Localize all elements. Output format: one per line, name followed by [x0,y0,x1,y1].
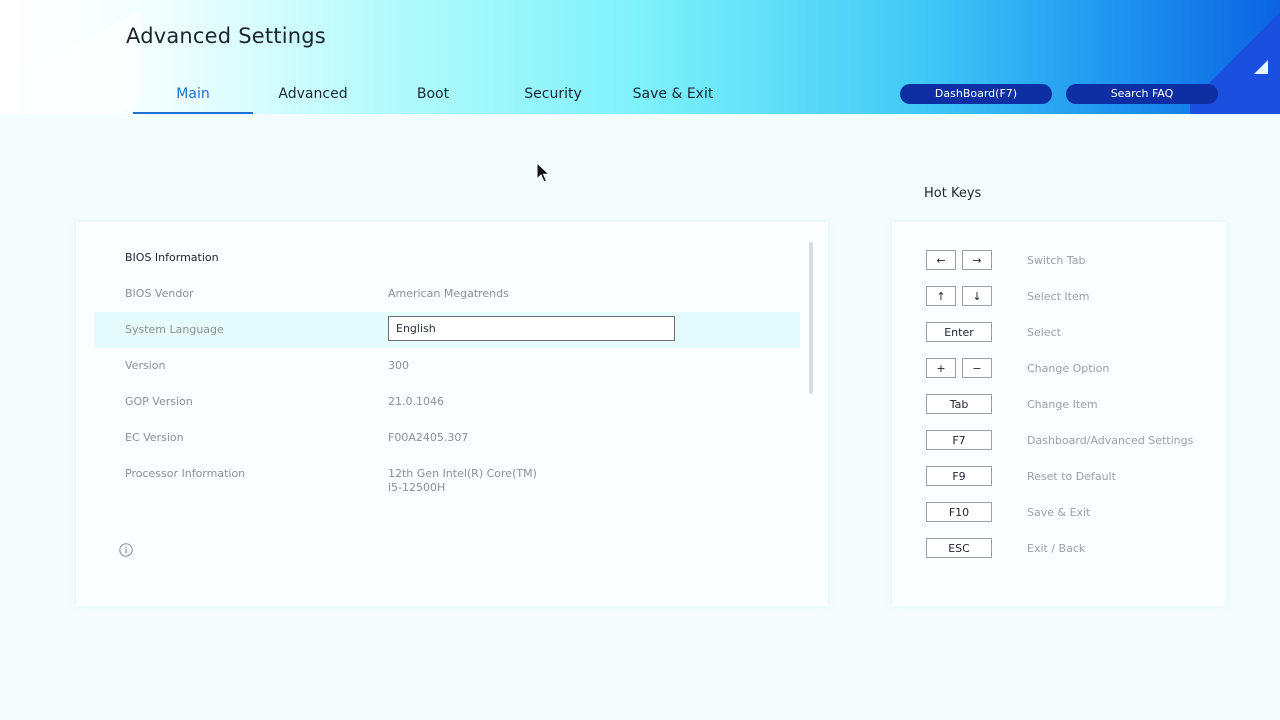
hotkey-desc-change-option: Change Option [1027,362,1110,375]
hotkey-desc-save-exit: Save & Exit [1027,506,1091,519]
tab-main[interactable]: Main [133,76,253,114]
row-processor-information: Processor Information 12th Gen Intel(R) … [94,456,800,500]
row-value: 21.0.1046 [388,395,444,408]
row-system-language[interactable]: System Language English [94,312,800,348]
tab-save-exit[interactable]: Save & Exit [613,76,733,114]
row-label: Processor Information [125,467,246,480]
tab-advanced[interactable]: Advanced [253,76,373,114]
key-plus: + [926,358,956,378]
key-f10: F10 [926,502,992,522]
search-faq-button[interactable]: Search FAQ [1066,84,1218,104]
key-f7: F7 [926,430,992,450]
header-decoration [30,10,140,114]
hotkey-desc-select-item: Select Item [1027,290,1090,303]
hotkey-desc-exit-back: Exit / Back [1027,542,1086,555]
row-label: Version [125,359,166,372]
hotkey-desc-reset-default: Reset to Default [1027,470,1116,483]
page-title: Advanced Settings [126,24,326,48]
row-label: BIOS Vendor [125,287,194,300]
mouse-pointer-icon [536,162,551,183]
key-right-arrow: → [962,250,992,270]
row-gop-version: GOP Version 21.0.1046 [94,384,800,420]
hotkey-desc-switch-tab: Switch Tab [1027,254,1086,267]
row-version: Version 300 [94,348,800,384]
key-left-arrow: ← [926,250,956,270]
tab-bar: Main Advanced Boot Security Save & Exit [133,76,733,114]
key-minus: − [962,358,992,378]
row-bios-vendor: BIOS Vendor American Megatrends [94,276,800,312]
row-value: F00A2405.307 [388,431,469,444]
scrollbar[interactable] [809,242,813,394]
key-down-arrow: ↓ [962,286,992,306]
key-f9: F9 [926,466,992,486]
hotkey-desc-dashboard: Dashboard/Advanced Settings [1027,434,1194,447]
row-value: 12th Gen Intel(R) Core(TM) i5-12500H [388,467,537,495]
corner-triangle-icon [1254,60,1268,74]
hotkey-desc-change-item: Change Item [1027,398,1098,411]
tab-boot[interactable]: Boot [373,76,493,114]
hotkeys-title: Hot Keys [924,186,982,201]
dashboard-button[interactable]: DashBoard(F7) [900,84,1052,104]
key-enter: Enter [926,322,992,342]
info-icon[interactable] [119,543,133,557]
key-up-arrow: ↑ [926,286,956,306]
header-bar: Advanced Settings Main Advanced Boot Sec… [0,0,1280,114]
processor-line-1: 12th Gen Intel(R) Core(TM) [388,467,537,480]
section-title: BIOS Information [125,251,219,264]
tab-security[interactable]: Security [493,76,613,114]
hotkeys-panel: ← → Switch Tab ↑ ↓ Select Item Enter Sel… [892,222,1226,606]
row-label: GOP Version [125,395,193,408]
bios-info-panel: BIOS Information BIOS Vendor American Me… [76,222,828,606]
key-esc: ESC [926,538,992,558]
processor-line-2: i5-12500H [388,481,446,494]
row-value: 300 [388,359,409,372]
row-label: System Language [125,323,224,336]
row-value: American Megatrends [388,287,509,300]
row-ec-version: EC Version F00A2405.307 [94,420,800,456]
system-language-select[interactable]: English [388,316,675,341]
row-label: EC Version [125,431,184,444]
key-tab: Tab [926,394,992,414]
hotkey-desc-select: Select [1027,326,1061,339]
